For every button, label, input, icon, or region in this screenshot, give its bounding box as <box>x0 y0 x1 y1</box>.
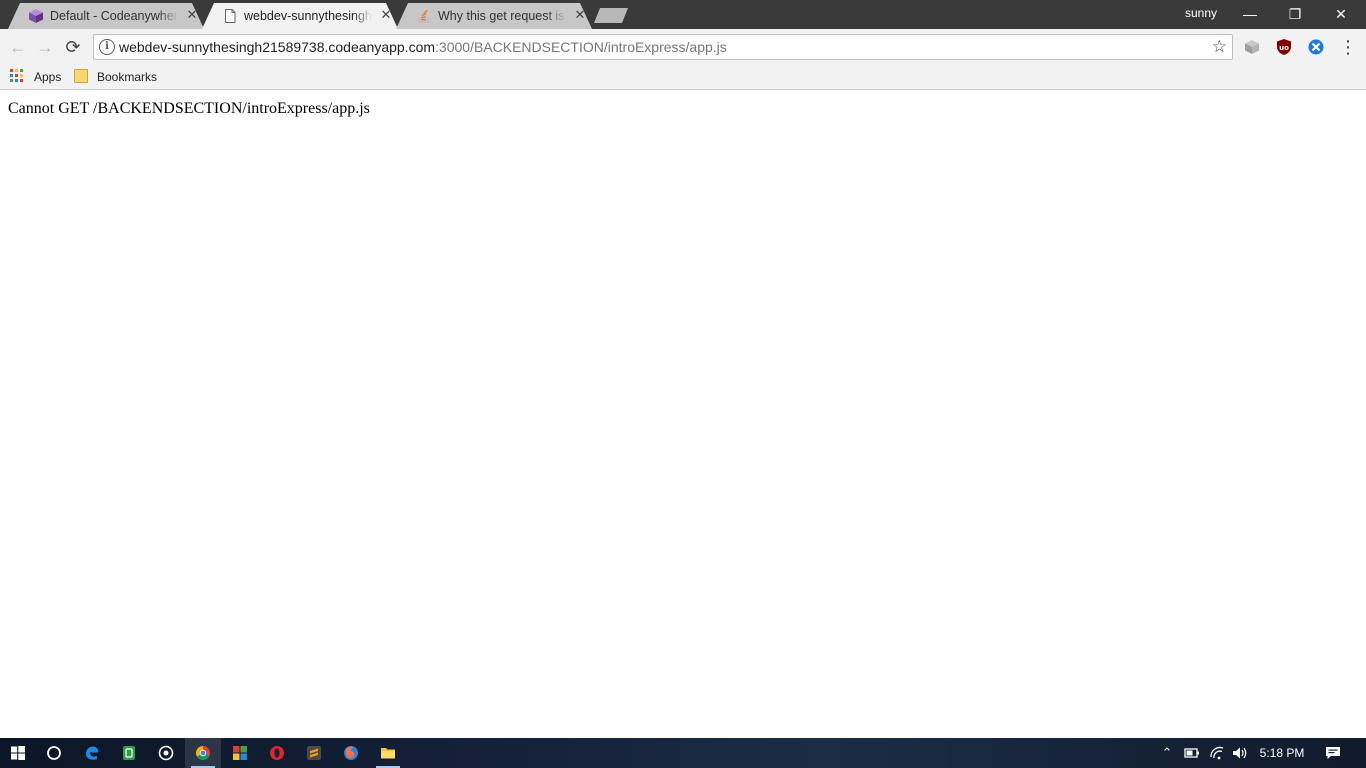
edge-browser-icon <box>86 746 99 760</box>
cortana-button[interactable] <box>36 738 72 768</box>
target-circle-icon <box>158 745 174 761</box>
apps-grid-icon[interactable] <box>10 69 24 83</box>
firefox-browser-icon <box>344 746 358 760</box>
document-icon <box>225 9 236 23</box>
stackoverflow-icon <box>418 9 429 23</box>
windows-taskbar: ⌃ 5:18 PM <box>0 738 1366 768</box>
tab-close-icon[interactable]: ✕ <box>573 7 587 23</box>
tab-close-icon[interactable]: ✕ <box>185 7 199 23</box>
cortana-circle-icon <box>47 746 61 760</box>
taskbar-clock[interactable]: 5:18 PM <box>1254 744 1310 762</box>
tab-title: Why this get request is not working <box>438 9 566 23</box>
reload-button[interactable]: ⟳ <box>61 35 85 59</box>
extension-blue-circle-icon[interactable] <box>1307 38 1325 56</box>
bookmark-apps[interactable]: Apps <box>34 68 61 86</box>
show-hidden-icons-chevron-up-icon[interactable]: ⌃ <box>1158 744 1176 762</box>
browser-menu-icon[interactable]: ⋮ <box>1336 35 1360 59</box>
page-viewport: Cannot GET /BACKENDSECTION/introExpress/… <box>0 91 1366 738</box>
taskbar-edge[interactable] <box>74 738 110 768</box>
new-tab-button[interactable] <box>594 8 628 23</box>
minimize-button[interactable]: — <box>1227 0 1273 29</box>
taskbar-app-target[interactable] <box>148 738 184 768</box>
address-bar[interactable]: i webdev-sunnythesingh21589738.codeanyap… <box>93 34 1233 60</box>
extension-cube-icon[interactable] <box>1243 38 1261 56</box>
windows-logo-icon <box>11 746 25 760</box>
taskbar-opera[interactable] <box>259 738 295 768</box>
tab-stackoverflow[interactable]: Why this get request is not working ✕ <box>396 3 592 29</box>
folder-explorer-icon <box>381 748 395 759</box>
close-window-button[interactable]: ✕ <box>1318 0 1364 29</box>
tab-title: Default - Codeanywhere <box>50 9 178 23</box>
taskbar-firefox[interactable] <box>333 738 369 768</box>
site-info-icon[interactable]: i <box>99 39 115 55</box>
sublime-text-icon <box>307 746 321 760</box>
bookmark-star-icon[interactable]: ☆ <box>1212 37 1227 57</box>
ublock-origin-icon[interactable]: uo <box>1275 38 1293 56</box>
green-app-icon <box>123 746 135 760</box>
url-host: webdev-sunnythesingh21589738.codeanyapp.… <box>119 39 436 55</box>
battery-icon[interactable] <box>1183 744 1201 762</box>
taskbar-app-tiles[interactable] <box>222 738 258 768</box>
error-message: Cannot GET /BACKENDSECTION/introExpress/… <box>8 100 370 117</box>
taskbar-file-explorer[interactable] <box>370 738 406 768</box>
address-url[interactable]: webdev-sunnythesingh21589738.codeanyapp.… <box>119 39 727 56</box>
tab-codeanywhere[interactable]: Default - Codeanywhere ✕ <box>8 3 204 29</box>
browser-tab-strip: Default - Codeanywhere ✕ webdev-sunnythe… <box>0 0 1366 29</box>
tab-webdev-app[interactable]: webdev-sunnythesingh21589738.codeanyapp.… <box>202 3 398 29</box>
bookmark-bookmarks-folder[interactable]: Bookmarks <box>97 68 157 86</box>
profile-name[interactable]: sunny <box>1178 6 1224 20</box>
url-path: :3000/BACKENDSECTION/introExpress/app.js <box>435 39 727 55</box>
taskbar-chrome[interactable] <box>185 738 221 768</box>
taskbar-app-green[interactable] <box>111 738 147 768</box>
codeanywhere-cube-icon <box>29 9 43 23</box>
folder-icon[interactable] <box>74 69 88 83</box>
chrome-browser-icon <box>196 746 210 760</box>
svg-text:uo: uo <box>1279 44 1289 52</box>
action-center-notification-icon[interactable] <box>1324 744 1342 762</box>
wifi-icon[interactable] <box>1208 744 1226 762</box>
back-button[interactable]: ← <box>6 35 30 59</box>
tab-close-icon[interactable]: ✕ <box>379 7 393 23</box>
forward-button[interactable]: → <box>33 35 57 59</box>
color-tiles-icon <box>233 746 247 760</box>
new-tab-shape <box>594 8 628 23</box>
tab-title: webdev-sunnythesingh21589738.codeanyapp.… <box>244 9 372 23</box>
restore-button[interactable]: ❐ <box>1272 0 1318 29</box>
volume-speaker-icon[interactable] <box>1231 744 1249 762</box>
browser-toolbar: ← → ⟳ i webdev-sunnythesingh21589738.cod… <box>0 29 1366 65</box>
start-button[interactable] <box>0 738 36 768</box>
taskbar-sublime[interactable] <box>296 738 332 768</box>
bookmarks-bar: Apps Bookmarks <box>0 65 1366 90</box>
opera-browser-icon <box>270 746 284 760</box>
